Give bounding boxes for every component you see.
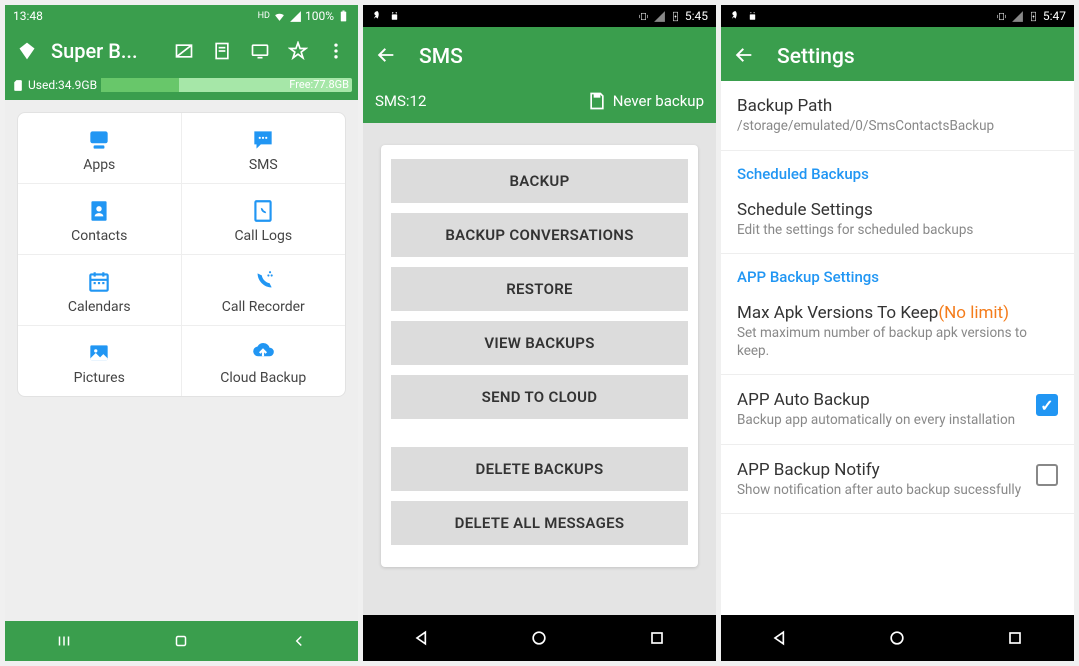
setting-backup-notify[interactable]: APP Backup Notify Show notification afte… bbox=[721, 445, 1074, 515]
wifi-icon bbox=[273, 10, 286, 23]
status-time: 13:48 bbox=[13, 9, 43, 23]
nav-home-icon[interactable] bbox=[887, 628, 907, 648]
status-time: 5:45 bbox=[685, 9, 708, 23]
star-icon[interactable] bbox=[288, 41, 308, 61]
delete-backups-button[interactable]: DELETE BACKUPS bbox=[391, 447, 688, 491]
never-backup-indicator[interactable]: Never backup bbox=[587, 91, 704, 111]
grid-item-apps[interactable]: Apps bbox=[18, 113, 182, 184]
grid-item-pictures[interactable]: Pictures bbox=[18, 326, 182, 396]
vibrate-icon bbox=[637, 10, 650, 23]
nav-recents-icon[interactable] bbox=[647, 628, 667, 648]
screen-sms-backup: 5:45 SMS SMS:12 Never backup BACKUP BACK… bbox=[363, 5, 716, 661]
grid-item-sms[interactable]: SMS bbox=[182, 113, 346, 184]
vibrate-icon bbox=[995, 10, 1008, 23]
signal-icon bbox=[289, 10, 302, 23]
storage-free-label: Free:77.8GB bbox=[289, 78, 349, 91]
auto-backup-checkbox[interactable] bbox=[1036, 394, 1058, 416]
setting-max-apk-versions[interactable]: Max Apk Versions To Keep(No limit) Set m… bbox=[721, 288, 1074, 375]
app-bar: SMS bbox=[363, 27, 716, 81]
battery-icon bbox=[669, 10, 682, 23]
status-time: 5:47 bbox=[1043, 9, 1066, 23]
category-grid: Apps SMS Contacts Call Logs Calendars bbox=[17, 112, 346, 397]
sms-count: SMS:12 bbox=[375, 92, 426, 110]
delete-all-messages-button[interactable]: DELETE ALL MESSAGES bbox=[391, 501, 688, 545]
sd-card-icon bbox=[11, 79, 24, 92]
back-arrow-icon bbox=[375, 44, 397, 66]
back-button[interactable] bbox=[375, 44, 397, 70]
nav-back-icon[interactable] bbox=[290, 632, 308, 650]
display-icon[interactable] bbox=[250, 41, 270, 61]
status-hd: HD bbox=[258, 11, 270, 21]
android-icon bbox=[388, 10, 401, 23]
app-title: Super B... bbox=[51, 39, 174, 63]
battery-icon bbox=[1027, 10, 1040, 23]
diamond-icon bbox=[17, 41, 37, 61]
signal-icon bbox=[1011, 10, 1024, 23]
call-logs-icon bbox=[250, 198, 276, 224]
nav-recents-icon[interactable] bbox=[55, 632, 73, 650]
app-bar: Settings bbox=[721, 27, 1074, 81]
setting-backup-path[interactable]: Backup Path /storage/emulated/0/SmsConta… bbox=[721, 81, 1074, 151]
status-bar: 5:45 bbox=[363, 5, 716, 27]
screen-super-backup-home: 13:48 HD 100% Super B... Used:34.9GB bbox=[5, 5, 358, 661]
nav-bar bbox=[363, 615, 716, 661]
restore-button[interactable]: RESTORE bbox=[391, 267, 688, 311]
status-bar: 5:47 bbox=[721, 5, 1074, 27]
sms-subbar: SMS:12 Never backup bbox=[363, 81, 716, 123]
rocket-icon bbox=[371, 10, 384, 23]
storage-bar: Used:34.9GB Free:77.8GB bbox=[5, 75, 358, 100]
apps-icon bbox=[86, 127, 112, 153]
send-to-cloud-button[interactable]: SEND TO CLOUD bbox=[391, 375, 688, 419]
notify-checkbox[interactable] bbox=[1036, 464, 1058, 486]
screen-title: Settings bbox=[777, 45, 1062, 69]
setting-auto-backup[interactable]: APP Auto Backup Backup app automatically… bbox=[721, 375, 1074, 445]
grid-item-calendars[interactable]: Calendars bbox=[18, 255, 182, 326]
grid-item-call-logs[interactable]: Call Logs bbox=[182, 184, 346, 255]
contacts-icon bbox=[86, 198, 112, 224]
nav-bar bbox=[721, 615, 1074, 661]
grid-item-cloud-backup[interactable]: Cloud Backup bbox=[182, 326, 346, 396]
grid-item-contacts[interactable]: Contacts bbox=[18, 184, 182, 255]
more-icon[interactable] bbox=[326, 41, 346, 61]
battery-percent: 100% bbox=[305, 9, 334, 23]
button-card: BACKUP BACKUP CONVERSATIONS RESTORE VIEW… bbox=[381, 145, 698, 567]
document-icon[interactable] bbox=[212, 41, 232, 61]
status-bar: 13:48 HD 100% bbox=[5, 5, 358, 27]
backup-button[interactable]: BACKUP bbox=[391, 159, 688, 203]
nav-recents-icon[interactable] bbox=[1005, 628, 1025, 648]
screen-title: SMS bbox=[419, 45, 704, 69]
pictures-icon bbox=[86, 340, 112, 366]
app-bar: Super B... bbox=[5, 27, 358, 75]
save-icon bbox=[587, 91, 607, 111]
rocket-icon bbox=[729, 10, 742, 23]
section-scheduled-backups: Scheduled Backups bbox=[721, 151, 1074, 185]
android-icon bbox=[746, 10, 759, 23]
sms-icon bbox=[250, 127, 276, 153]
battery-icon bbox=[337, 10, 350, 23]
nav-back-icon[interactable] bbox=[770, 628, 790, 648]
setting-schedule[interactable]: Schedule Settings Edit the settings for … bbox=[721, 185, 1074, 255]
screen-settings: 5:47 Settings Backup Path /storage/emula… bbox=[721, 5, 1074, 661]
back-arrow-icon bbox=[733, 44, 755, 66]
backup-conversations-button[interactable]: BACKUP CONVERSATIONS bbox=[391, 213, 688, 257]
section-other-settings: Other Settings bbox=[721, 513, 1074, 525]
cloud-icon bbox=[250, 340, 276, 366]
nav-home-icon[interactable] bbox=[529, 628, 549, 648]
storage-meter: Free:77.8GB bbox=[101, 78, 352, 92]
section-app-backup-settings: APP Backup Settings bbox=[721, 254, 1074, 288]
nav-back-icon[interactable] bbox=[412, 628, 432, 648]
no-image-icon[interactable] bbox=[174, 41, 194, 61]
storage-used-label: Used:34.9GB bbox=[28, 78, 97, 92]
call-recorder-icon bbox=[250, 269, 276, 295]
calendar-icon bbox=[86, 269, 112, 295]
signal-icon bbox=[653, 10, 666, 23]
view-backups-button[interactable]: VIEW BACKUPS bbox=[391, 321, 688, 365]
grid-item-call-recorder[interactable]: Call Recorder bbox=[182, 255, 346, 326]
back-button[interactable] bbox=[733, 44, 755, 70]
nav-bar bbox=[5, 621, 358, 661]
nav-home-icon[interactable] bbox=[172, 632, 190, 650]
